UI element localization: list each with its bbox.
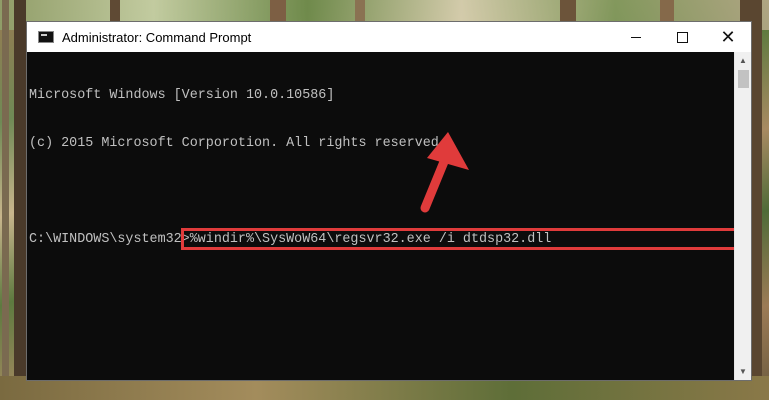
scroll-up-icon: ▲: [739, 56, 747, 65]
version-line: Microsoft Windows [Version 10.0.10586]: [29, 88, 335, 103]
scroll-down-icon: ▼: [739, 367, 747, 376]
prompt-text: C:\WINDOWS\system32>: [29, 232, 190, 247]
copyright-line: (c) 2015 Microsoft Corporotion. All righ…: [29, 136, 447, 151]
minimize-button[interactable]: [613, 22, 659, 52]
command-highlight-box: [181, 228, 737, 250]
window-title: Administrator: Command Prompt: [62, 29, 252, 45]
maximize-icon: [676, 31, 688, 43]
prompt-line: C:\WINDOWS\system32>%windir%\SysWoW64\re…: [29, 228, 737, 250]
minimize-icon: [631, 36, 641, 38]
cmd-icon: [38, 31, 54, 43]
maximize-button[interactable]: [659, 22, 705, 52]
vertical-scrollbar[interactable]: ▲ ▼: [734, 52, 751, 380]
window-controls: ✕: [613, 22, 751, 52]
title-bar[interactable]: Administrator: Command Prompt ✕: [27, 22, 751, 52]
scroll-up-button[interactable]: ▲: [735, 52, 751, 69]
close-icon: ✕: [720, 26, 736, 47]
close-button[interactable]: ✕: [705, 22, 751, 52]
command-prompt-window[interactable]: Administrator: Command Prompt ✕ Microsof…: [26, 21, 752, 381]
scroll-thumb[interactable]: [738, 70, 749, 88]
console-output[interactable]: Microsoft Windows [Version 10.0.10586] (…: [27, 52, 737, 380]
scroll-down-button[interactable]: ▼: [735, 363, 751, 380]
